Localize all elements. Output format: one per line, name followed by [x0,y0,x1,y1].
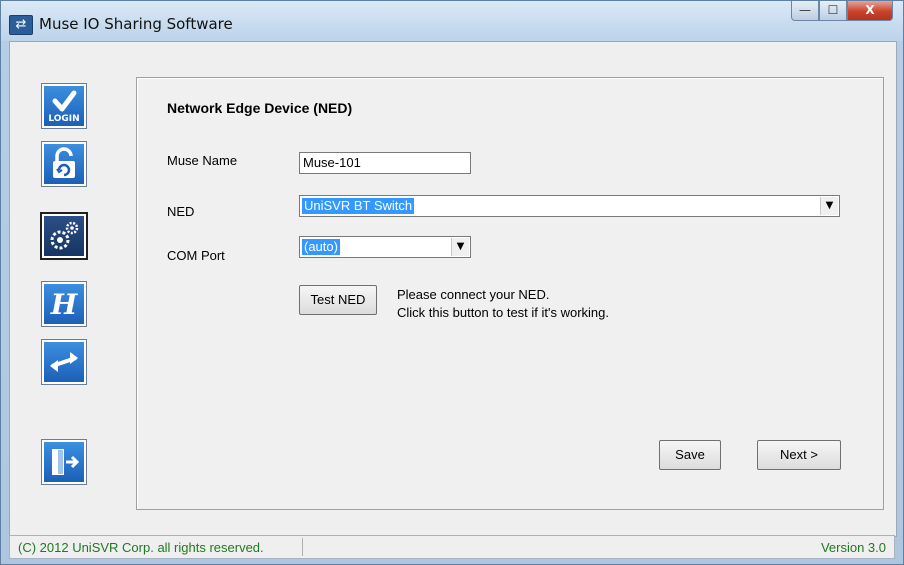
sidebar-item-history[interactable]: H [41,281,87,327]
next-button[interactable]: Next > [757,440,841,470]
com-port-label: COM Port [167,248,225,263]
app-window: ⇄ Muse IO Sharing Software — ☐ X LOGIN H… [0,0,904,565]
chevron-down-icon[interactable]: ▼ [451,238,469,256]
version-text: Version 3.0 [820,540,886,555]
login-label: LOGIN [48,114,80,124]
sidebar-item-sharing[interactable] [41,339,87,385]
com-port-selected-value: (auto) [302,239,340,255]
gears-icon [50,221,79,250]
muse-name-label: Muse Name [167,153,238,168]
exit-door-icon [52,449,80,475]
hint-text-2: Click this button to test if it's workin… [397,305,610,320]
test-ned-button[interactable]: Test NED [299,285,377,315]
com-port-select[interactable]: (auto) ▼ [299,236,471,258]
script-h-icon: H [50,288,79,321]
minimize-button[interactable]: — [791,1,819,21]
panel-title: Network Edge Device (NED) [167,100,353,116]
svg-text:H: H [50,288,79,321]
status-divider [302,538,303,556]
ned-selected-value: UniSVR BT Switch [302,198,415,214]
window-controls: — ☐ X [791,1,893,23]
ned-select[interactable]: UniSVR BT Switch ▼ [299,195,840,217]
lock-refresh-icon [53,147,75,178]
sidebar-item-login[interactable]: LOGIN [41,83,87,129]
save-button[interactable]: Save [659,440,721,470]
client-area: LOGIN H Network Edge Device (NED) Muse N… [9,41,897,537]
copyright-text: (C) 2012 UniSVR Corp. all rights reserve… [18,540,264,555]
title-bar[interactable]: ⇄ Muse IO Sharing Software — ☐ X [1,1,903,41]
maximize-button[interactable]: ☐ [819,1,847,21]
status-bar: (C) 2012 UniSVR Corp. all rights reserve… [9,535,895,559]
ned-settings-panel: Network Edge Device (NED) Muse Name Muse… [136,77,884,510]
chevron-down-icon[interactable]: ▼ [820,197,838,215]
window-title: Muse IO Sharing Software [39,15,233,33]
sidebar-item-exit[interactable] [41,439,87,485]
close-button[interactable]: X [847,1,893,21]
double-arrow-icon: ⇄ [9,15,33,35]
ned-label: NED [167,204,195,219]
sidebar-item-lock[interactable] [41,141,87,187]
hint-text-1: Please connect your NED. [397,287,550,302]
sidebar-item-settings[interactable] [40,212,88,260]
exchange-arrows-icon [50,352,78,372]
muse-name-input[interactable]: Muse-101 [299,152,471,174]
